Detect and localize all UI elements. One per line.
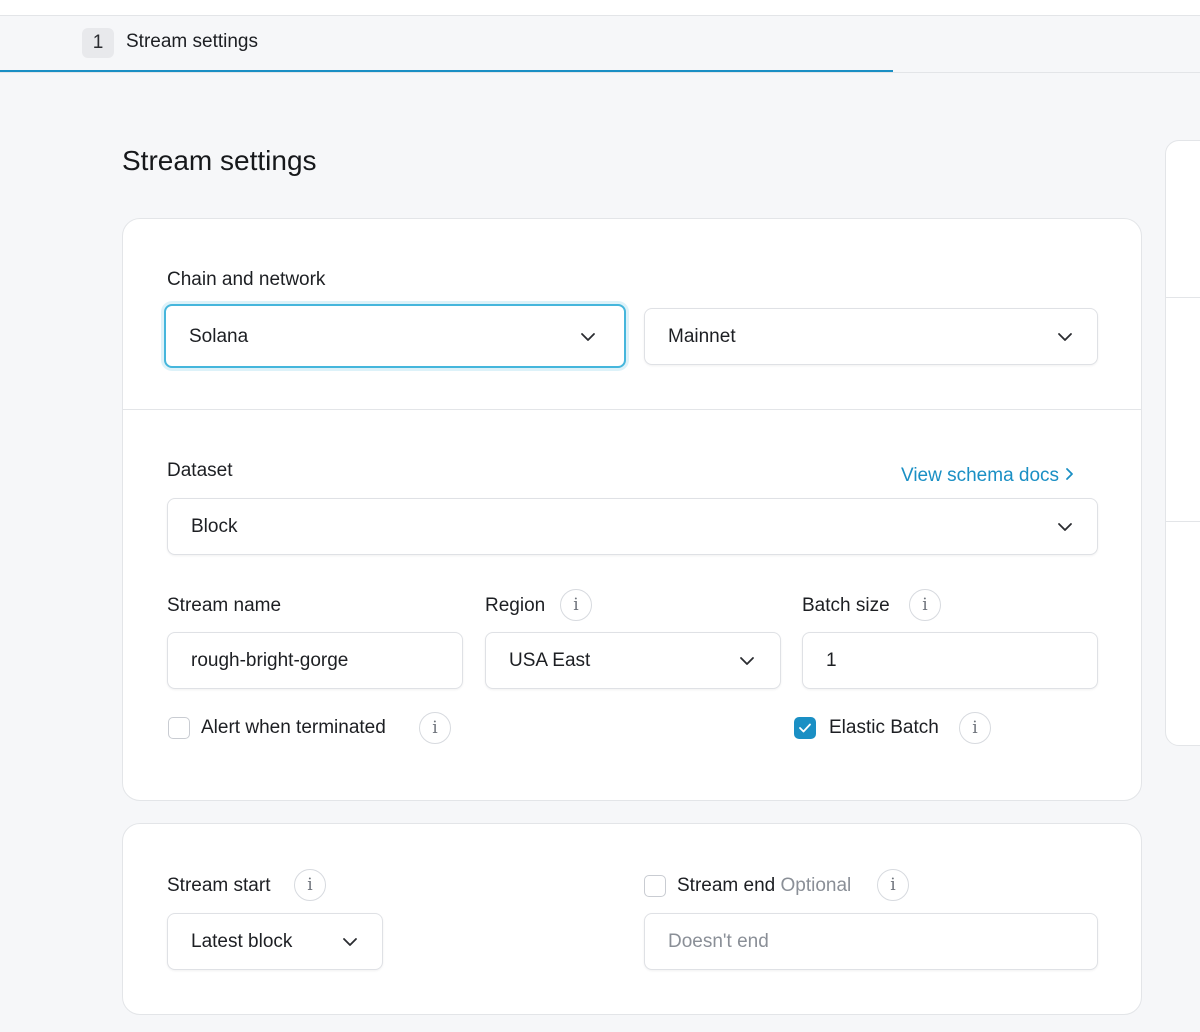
chain-network-label: Chain and network [167, 269, 326, 290]
stream-end-optional-label: Optional [780, 875, 852, 896]
stream-start-select[interactable]: Latest block [167, 913, 383, 970]
stream-end-checkbox[interactable] [644, 875, 666, 897]
dataset-select[interactable]: Block [167, 498, 1098, 555]
step-number-badge[interactable]: 1 [82, 28, 114, 58]
section-divider [123, 409, 1141, 410]
region-select[interactable]: USA East [485, 632, 781, 689]
info-icon[interactable]: i [877, 869, 909, 901]
stream-end-label-group: Stream end Optional [677, 875, 851, 897]
view-schema-docs-link[interactable]: View schema docs [901, 465, 1075, 487]
check-icon [799, 723, 811, 733]
chevron-right-icon [1066, 468, 1073, 481]
alert-terminated-label: Alert when terminated [201, 717, 386, 738]
region-select-value: USA East [509, 650, 591, 671]
network-select[interactable]: Mainnet [644, 308, 1098, 365]
stream-name-input[interactable]: rough-bright-gorge [167, 632, 463, 689]
stream-end-label: Stream end [677, 875, 776, 896]
dataset-label: Dataset [167, 460, 233, 481]
alert-terminated-checkbox[interactable] [168, 717, 190, 739]
side-divider [1166, 297, 1200, 298]
chain-select-value: Solana [189, 326, 249, 347]
stream-start-label: Stream start [167, 875, 271, 896]
dataset-select-value: Block [191, 516, 238, 537]
page-title: Stream settings [122, 145, 317, 176]
chevron-down-icon [1058, 523, 1072, 531]
region-label: Region [485, 595, 546, 616]
chain-select[interactable]: Solana [164, 304, 626, 368]
chevron-down-icon [1058, 333, 1072, 341]
chevron-down-icon [581, 333, 595, 341]
side-summary-card [1165, 140, 1200, 746]
info-icon[interactable]: i [294, 869, 326, 901]
info-icon[interactable]: i [560, 589, 592, 621]
stream-range-card: Stream start i Latest block Stream end O… [122, 823, 1142, 1015]
step-label[interactable]: Stream settings [126, 31, 258, 53]
elastic-batch-checkbox[interactable] [794, 717, 816, 739]
chevron-down-icon [343, 938, 357, 946]
elastic-batch-label: Elastic Batch [829, 717, 939, 738]
network-select-value: Mainnet [668, 326, 736, 347]
batch-size-input[interactable]: 1 [802, 632, 1098, 689]
top-bar [0, 0, 1200, 16]
step-progress-indicator [0, 70, 893, 72]
info-icon[interactable]: i [959, 712, 991, 744]
stream-name-label: Stream name [167, 595, 282, 616]
stream-end-input[interactable]: Doesn't end [644, 913, 1098, 970]
side-divider [1166, 521, 1200, 522]
batch-size-value: 1 [826, 650, 837, 671]
stream-end-placeholder: Doesn't end [668, 931, 769, 952]
info-icon[interactable]: i [909, 589, 941, 621]
stream-start-value: Latest block [191, 931, 293, 952]
chevron-down-icon [740, 657, 754, 665]
stream-settings-card: Chain and network Solana Mainnet Dataset… [122, 218, 1142, 801]
info-icon[interactable]: i [419, 712, 451, 744]
batch-size-label: Batch size [802, 595, 890, 616]
stream-name-value: rough-bright-gorge [191, 650, 349, 671]
view-schema-docs-text: View schema docs [901, 465, 1060, 486]
